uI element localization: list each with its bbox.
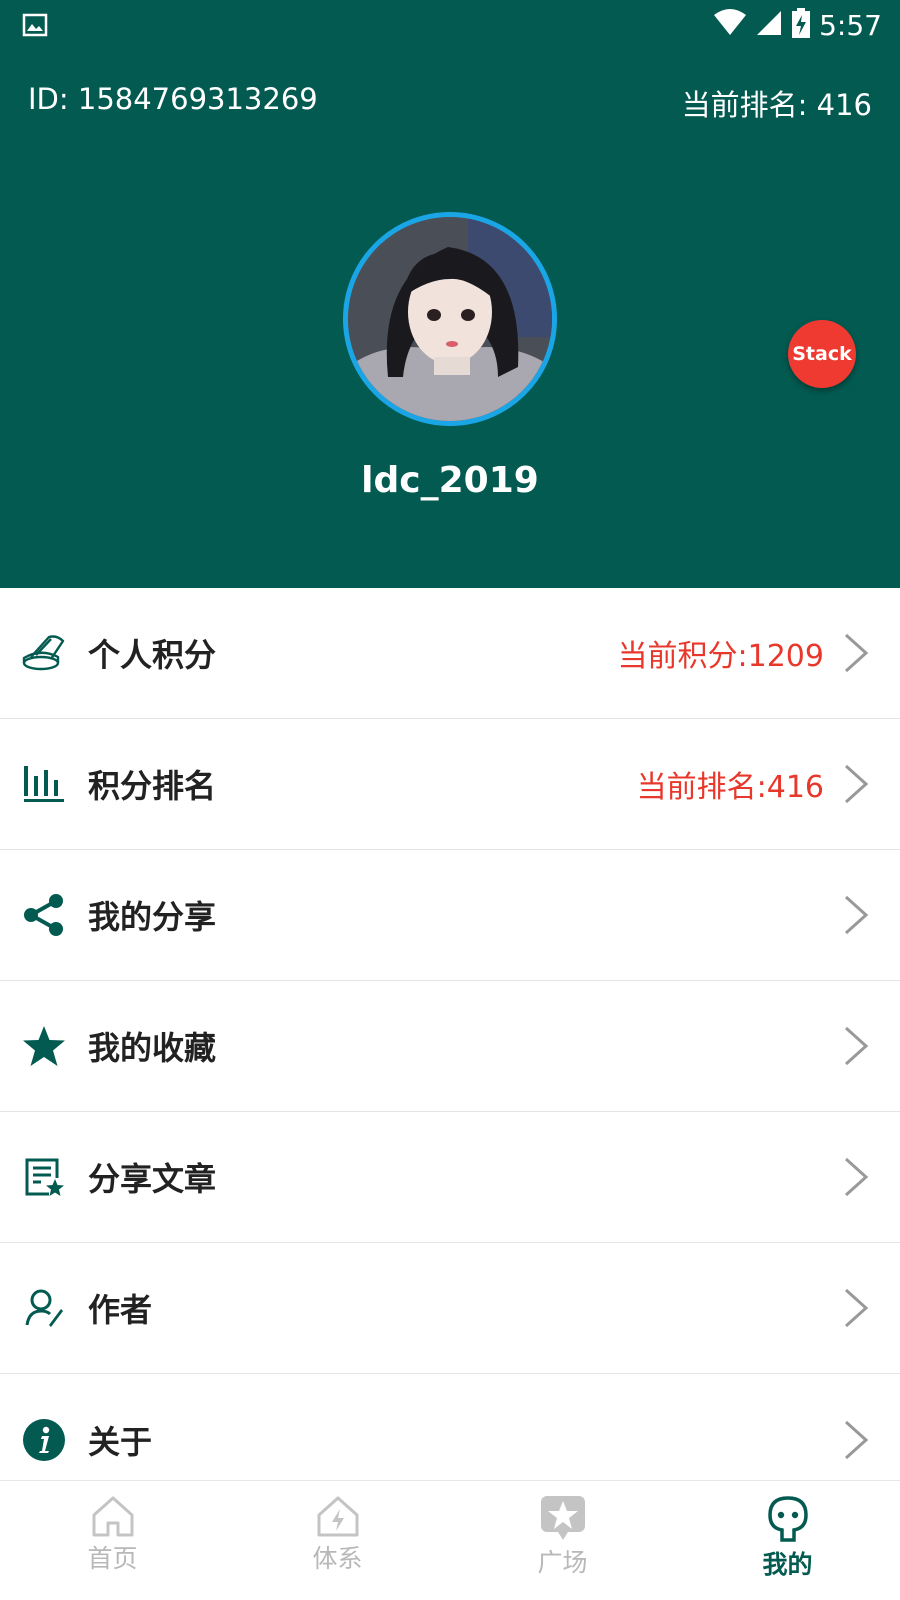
cell-signal-icon — [755, 9, 783, 41]
menu-item-favorites[interactable]: 我的收藏 — [0, 981, 900, 1112]
menu-label: 分享文章 — [88, 1160, 217, 1198]
wifi-icon — [713, 9, 747, 41]
share-icon — [20, 891, 68, 939]
square-icon — [540, 1496, 585, 1540]
author-icon — [20, 1284, 68, 1332]
battery-charging-icon — [791, 8, 811, 42]
menu-label: 关于 — [88, 1422, 153, 1461]
mine-icon — [767, 1496, 808, 1542]
image-notification-icon — [22, 12, 48, 42]
chevron-right-icon — [844, 895, 869, 935]
chevron-right-icon — [844, 1420, 869, 1459]
rank-value: 当前排名:416 — [636, 770, 824, 805]
nav-tab-system[interactable]: 体系 — [225, 1481, 450, 1600]
profile-menu: 个人积分 当前积分:1209 积分排名 当前排名:416 我的分享 我的收藏 分… — [0, 588, 900, 1505]
profile-header: ID: 1584769313269 当前排名: 416 ldc_2019 Sta… — [0, 52, 900, 588]
bar-chart-icon — [20, 760, 68, 808]
user-id-text: ID: 1584769313269 — [28, 82, 318, 116]
stack-fab-button[interactable]: Stack — [788, 320, 856, 388]
nav-label: 我的 — [762, 1550, 813, 1579]
chevron-right-icon — [844, 1288, 869, 1328]
menu-item-points[interactable]: 个人积分 当前积分:1209 — [0, 588, 900, 719]
system-icon — [317, 1496, 358, 1537]
chevron-right-icon — [844, 1157, 869, 1197]
chevron-right-icon — [844, 633, 869, 673]
article-icon — [20, 1153, 68, 1201]
points-value: 当前积分:1209 — [617, 639, 824, 674]
chevron-right-icon — [844, 1026, 869, 1066]
star-icon — [20, 1022, 68, 1070]
menu-label: 个人积分 — [88, 636, 217, 674]
nav-tab-mine[interactable]: 我的 — [675, 1481, 900, 1600]
coins-icon — [20, 629, 68, 677]
menu-label: 积分排名 — [88, 767, 217, 805]
nav-label: 首页 — [87, 1544, 138, 1573]
nav-tab-home[interactable]: 首页 — [0, 1481, 225, 1600]
bottom-navigation: 首页 体系 广场 我的 — [0, 1480, 900, 1600]
nav-label: 广场 — [537, 1548, 588, 1577]
status-bar: 5:57 — [0, 0, 900, 52]
menu-item-share-article[interactable]: 分享文章 — [0, 1112, 900, 1243]
username: ldc_2019 — [361, 460, 539, 501]
home-icon — [92, 1496, 133, 1537]
menu-item-my-shares[interactable]: 我的分享 — [0, 850, 900, 981]
menu-item-rank[interactable]: 积分排名 当前排名:416 — [0, 719, 900, 850]
nav-tab-square[interactable]: 广场 — [450, 1481, 675, 1600]
avatar-image — [348, 217, 552, 421]
menu-item-author[interactable]: 作者 — [0, 1243, 900, 1374]
menu-label: 我的收藏 — [88, 1029, 217, 1067]
menu-label: 我的分享 — [88, 898, 217, 936]
avatar[interactable] — [343, 212, 557, 426]
menu-label: 作者 — [88, 1291, 153, 1329]
nav-label: 体系 — [312, 1544, 363, 1573]
info-icon — [20, 1416, 68, 1464]
header-rank-text: 当前排名: 416 — [681, 88, 872, 122]
chevron-right-icon — [844, 764, 869, 804]
status-time: 5:57 — [819, 8, 882, 42]
